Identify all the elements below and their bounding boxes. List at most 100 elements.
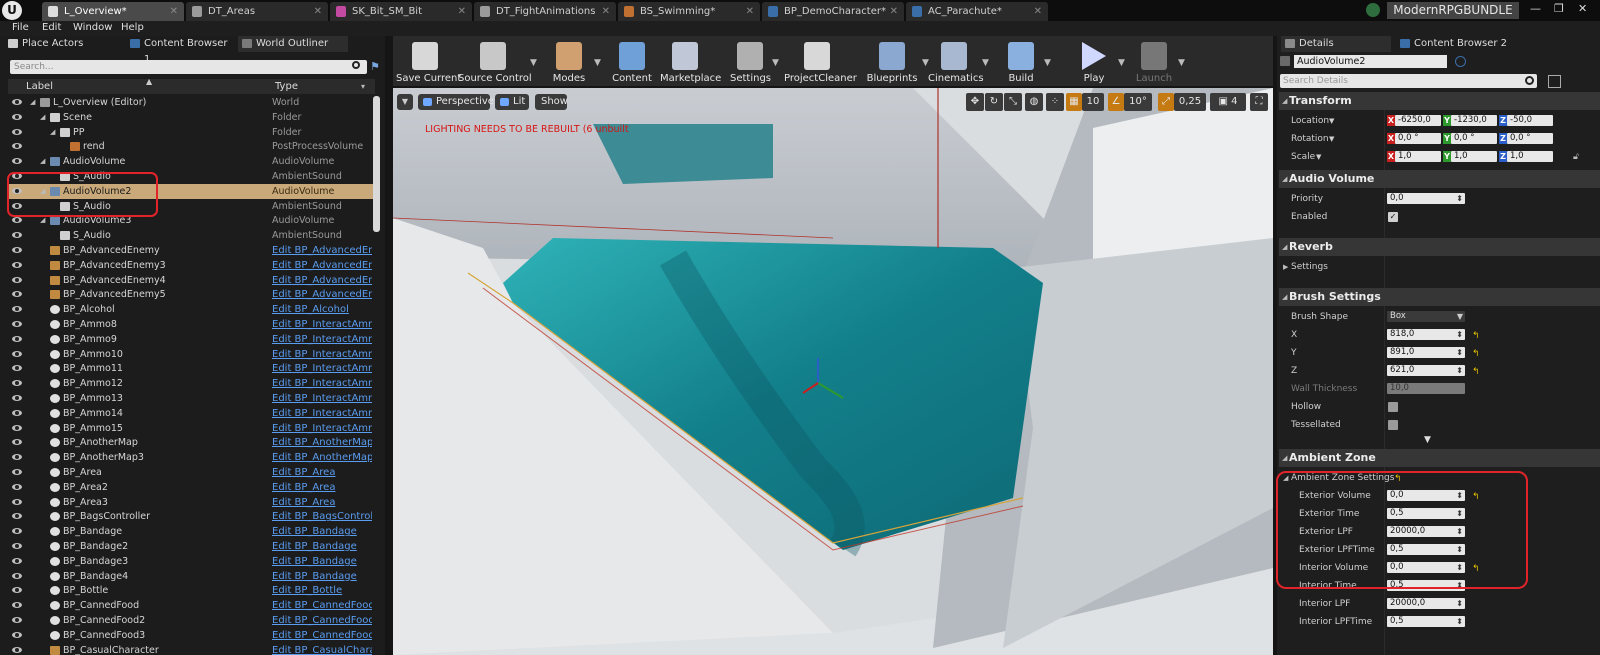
show-advanced-icon[interactable]: ▼ <box>1424 435 1431 445</box>
edit-blueprint-link[interactable]: Edit BP_BagsControll <box>272 509 372 524</box>
visibility-eye-icon[interactable] <box>12 158 22 165</box>
visibility-eye-icon[interactable] <box>12 483 22 490</box>
dropdown-arrow-icon[interactable]: ▼ <box>594 58 601 68</box>
dropdown-arrow-icon[interactable]: ▼ <box>1329 112 1334 130</box>
edit-blueprint-link[interactable]: Edit BP_Area <box>272 480 372 495</box>
visibility-eye-icon[interactable] <box>12 128 22 135</box>
interior-lpftime-field[interactable]: 0,5 ⬍ <box>1387 616 1465 627</box>
tab-place-actors[interactable]: Place Actors <box>4 36 122 52</box>
edit-blueprint-link[interactable]: Edit BP_CasualCharac <box>272 643 372 655</box>
tab-details[interactable]: Details <box>1281 36 1391 52</box>
scale-mode-icon[interactable]: ⤡ <box>1004 93 1022 111</box>
column-type[interactable]: Type <box>275 81 298 92</box>
perspective-button[interactable]: Perspective <box>418 94 494 110</box>
outliner-row[interactable]: BP_Ammo9 Edit BP_InteractAmm <box>8 332 375 347</box>
visibility-eye-icon[interactable] <box>12 646 22 653</box>
edit-blueprint-link[interactable]: Edit BP_InteractAmm <box>272 361 372 376</box>
outliner-row[interactable]: BP_CannedFood Edit BP_CannedFood <box>8 598 375 613</box>
edit-blueprint-link[interactable]: Edit BP_InteractAmm <box>272 376 372 391</box>
rotation-snap-value[interactable]: 10° <box>1124 93 1152 111</box>
tab-content-browser-2[interactable]: Content Browser 2 <box>1396 36 1516 52</box>
outliner-row[interactable]: BP_CannedFood3 Edit BP_CannedFood <box>8 628 375 643</box>
source-control-button[interactable]: Source Control <box>458 38 532 86</box>
outliner-row[interactable]: BP_Area3 Edit BP_Area <box>8 495 375 510</box>
close-icon[interactable]: ✕ <box>314 2 322 21</box>
modes-button[interactable]: Modes <box>546 38 592 86</box>
reset-to-default-icon[interactable]: ↰ <box>1472 345 1480 363</box>
visibility-eye-icon[interactable] <box>12 617 22 623</box>
menu-window[interactable]: Window <box>73 22 112 33</box>
dropdown-arrow-icon[interactable]: ▼ <box>1316 148 1321 166</box>
edit-blueprint-link[interactable]: Edit BP_Alcohol <box>272 302 372 317</box>
outliner-row[interactable]: BP_Area2 Edit BP_Area <box>8 480 375 495</box>
outliner-row[interactable]: BP_CasualCharacter Edit BP_CasualCharac <box>8 643 375 655</box>
column-label[interactable]: Label <box>26 81 53 92</box>
dropdown-arrow-icon[interactable]: ▼ <box>1118 58 1125 68</box>
projectcleaner-button[interactable]: ProjectCleaner <box>784 38 857 86</box>
dropdown-arrow-icon[interactable]: ▼ <box>982 58 989 68</box>
visibility-eye-icon[interactable] <box>12 439 22 446</box>
visibility-eye-icon[interactable] <box>12 557 22 564</box>
visibility-eye-icon[interactable] <box>12 306 22 313</box>
edit-blueprint-link[interactable]: Edit BP_InteractAmm <box>272 347 372 362</box>
rotation-x-field[interactable]: 0,0 ° <box>1395 133 1441 144</box>
tessellated-checkbox[interactable] <box>1388 420 1398 430</box>
edit-blueprint-link[interactable]: Edit BP_CannedFood <box>272 613 372 628</box>
visibility-eye-icon[interactable] <box>12 469 22 475</box>
edit-blueprint-link[interactable]: Edit BP_AnotherMap <box>272 435 372 450</box>
maximize-icon[interactable]: ❐ <box>1554 2 1564 15</box>
brush-z-field[interactable]: 621,0 ⬍ <box>1387 365 1465 376</box>
location-z-field[interactable]: -50,0 <box>1507 115 1553 126</box>
cinematics-button[interactable]: Cinematics <box>928 38 984 86</box>
visibility-eye-icon[interactable] <box>12 380 22 387</box>
outliner-row[interactable]: BP_AdvancedEnemy4 Edit BP_AdvancedEne <box>8 273 375 288</box>
hollow-checkbox[interactable] <box>1388 402 1398 412</box>
visibility-eye-icon[interactable] <box>12 143 22 150</box>
interior-lpf-field[interactable]: 20000,0 ⬍ <box>1387 598 1465 609</box>
settings-button[interactable]: Settings <box>730 38 771 86</box>
source-control-status-icon[interactable] <box>1366 3 1380 17</box>
column-dropdown-icon[interactable]: ▾ <box>361 82 365 91</box>
scale-snap-icon[interactable]: ⤢ <box>1158 93 1174 111</box>
category-audio-volume[interactable]: ◢ Audio Volume <box>1279 170 1600 188</box>
show-button[interactable]: Show <box>535 94 568 110</box>
brush-x-field[interactable]: 818,0 ⬍ <box>1387 329 1465 340</box>
outliner-row[interactable]: BP_Area Edit BP_Area <box>8 465 375 480</box>
tab-l-overview[interactable]: L_Overview* ✕ <box>42 2 184 21</box>
visibility-eye-icon[interactable] <box>12 99 22 105</box>
outliner-row[interactable]: ◢ L_Overview (Editor) World <box>8 95 375 110</box>
play-button[interactable]: Play <box>1072 38 1116 86</box>
visibility-eye-icon[interactable] <box>12 247 22 253</box>
edit-blueprint-link[interactable]: Edit BP_AnotherMap <box>272 450 372 465</box>
edit-blueprint-link[interactable]: Edit BP_AdvancedEne <box>272 243 372 258</box>
translate-mode-icon[interactable]: ✥ <box>966 93 984 111</box>
details-search-input[interactable]: Search Details <box>1280 74 1537 88</box>
tab-ac-parachute[interactable]: AC_Parachute* ✕ <box>906 2 1048 21</box>
outliner-row[interactable]: BP_Ammo10 Edit BP_InteractAmm <box>8 347 375 362</box>
tab-bs-swimming[interactable]: BS_Swimming* ✕ <box>618 2 760 21</box>
brush-shape-dropdown[interactable]: Box ▼ <box>1387 311 1465 322</box>
close-icon[interactable]: ✕ <box>890 2 898 21</box>
visibility-eye-icon[interactable] <box>12 631 22 638</box>
outliner-row[interactable]: BP_Alcohol Edit BP_Alcohol <box>8 302 375 317</box>
rotation-y-field[interactable]: 0,0 ° <box>1451 133 1497 144</box>
visibility-eye-icon[interactable] <box>12 113 22 120</box>
outliner-search-input[interactable]: Search... <box>10 60 367 74</box>
rotate-mode-icon[interactable]: ↻ <box>985 93 1003 111</box>
scale-z-field[interactable]: 1,0 <box>1507 151 1553 162</box>
edit-blueprint-link[interactable]: Edit BP_AdvancedEne <box>272 258 372 273</box>
visibility-eye-icon[interactable] <box>12 232 22 239</box>
edit-blueprint-link[interactable]: Edit BP_InteractAmm <box>272 391 372 406</box>
edit-blueprint-link[interactable]: Edit BP_CannedFood <box>272 628 372 643</box>
view-mode-lit-button[interactable]: Lit <box>495 94 529 110</box>
visibility-eye-icon[interactable] <box>12 276 22 283</box>
dropdown-arrow-icon[interactable]: ▼ <box>1329 130 1334 148</box>
edit-blueprint-link[interactable]: Edit BP_Bandage <box>272 524 372 539</box>
visibility-eye-icon[interactable] <box>12 543 22 549</box>
content-button[interactable]: Content <box>612 38 652 86</box>
edit-blueprint-link[interactable]: Edit BP_InteractAmm <box>272 332 372 347</box>
tab-sk-bit[interactable]: SK_Bit_SM_Bit ✕ <box>330 2 472 21</box>
outliner-row[interactable]: BP_Ammo14 Edit BP_InteractAmm <box>8 406 375 421</box>
unreal-logo-icon[interactable]: U <box>2 1 22 20</box>
visibility-eye-icon[interactable] <box>12 365 22 372</box>
